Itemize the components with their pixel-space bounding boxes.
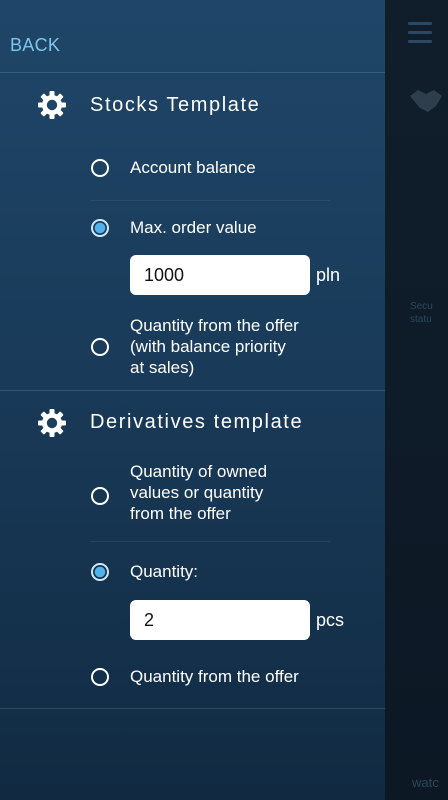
max-order-value-radio[interactable] — [91, 219, 109, 237]
quantity-from-offer-radio[interactable] — [91, 668, 109, 686]
settings-panel: BACK Stocks Template Account balance Max… — [0, 0, 385, 800]
quantity-from-offer-label: Quantity from the offer — [130, 667, 299, 686]
gear-icon — [38, 91, 66, 119]
quantity-input[interactable] — [130, 600, 310, 640]
quantity-from-offer-balance-radio[interactable] — [91, 338, 109, 356]
quantity-unit: pcs — [316, 610, 345, 630]
quantity-label: Quantity: — [130, 562, 199, 581]
account-balance-radio[interactable] — [91, 159, 109, 177]
max-order-value-label: Max. order value — [130, 218, 257, 237]
handshake-icon — [410, 90, 442, 112]
currency-unit: pln — [316, 265, 341, 285]
back-button[interactable]: BACK — [10, 35, 60, 56]
gear-icon — [38, 409, 66, 437]
stocks-template-title: Stocks Template — [90, 94, 261, 116]
option-divider — [90, 541, 330, 542]
menu-icon[interactable] — [408, 22, 432, 43]
account-balance-label: Account balance — [130, 158, 256, 177]
background-footer-text: watc — [412, 775, 439, 790]
quantity-from-offer-balance-label: Quantity from the offer (with balance pr… — [130, 316, 299, 377]
option-divider — [90, 200, 330, 201]
max-order-value-input[interactable] — [130, 255, 310, 295]
header-divider — [0, 72, 385, 73]
background-text: Secu — [410, 301, 433, 312]
section-divider — [0, 390, 385, 391]
background-view — [385, 0, 448, 800]
footer-divider — [0, 708, 385, 709]
quantity-radio[interactable] — [91, 563, 109, 581]
owned-values-radio[interactable] — [91, 487, 109, 505]
owned-values-label: Quantity of owned values or quantity fro… — [130, 462, 268, 523]
derivatives-template-title: Derivatives template — [90, 411, 304, 433]
background-text: statu — [410, 314, 432, 325]
